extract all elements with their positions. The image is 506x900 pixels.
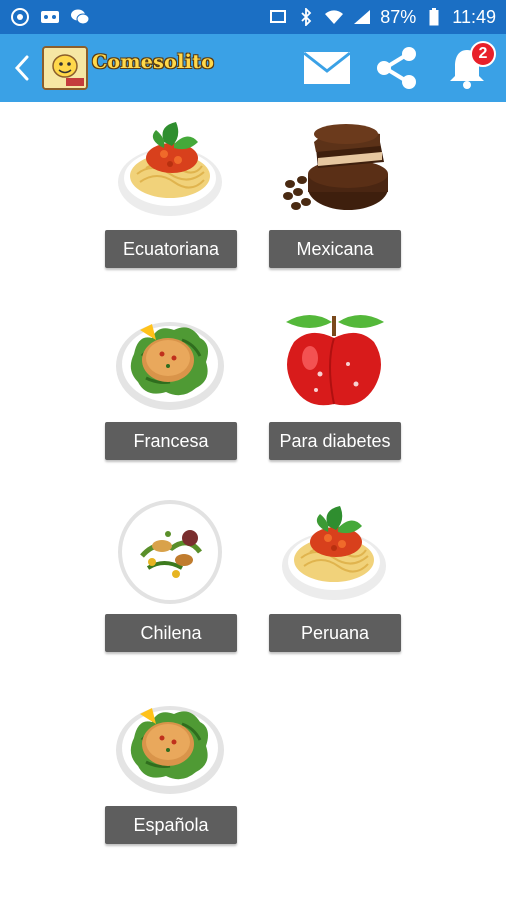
app-bar: Comesolito 2	[0, 34, 506, 102]
category-grid: Ecuatoriana Mexicana Francesa Para diabe…	[105, 112, 405, 844]
mail-icon	[303, 51, 351, 84]
chevron-left-icon	[14, 55, 29, 81]
share-icon	[377, 47, 416, 89]
notification-badge: 2	[470, 41, 496, 67]
category-card-peruana[interactable]: Peruana	[269, 496, 401, 652]
bluetooth-icon	[296, 7, 316, 27]
cast-icon	[268, 7, 288, 27]
back-button[interactable]	[4, 34, 40, 102]
chocolate-cake-image	[276, 112, 394, 222]
plated-dish-image	[112, 496, 230, 606]
wifi-icon	[324, 7, 344, 27]
category-label: Mexicana	[269, 230, 401, 268]
category-card-para-diabetes[interactable]: Para diabetes	[269, 304, 401, 460]
category-label: Ecuatoriana	[105, 230, 237, 268]
battery-percent: 87%	[380, 6, 417, 27]
chicken-salad-image	[112, 304, 230, 414]
category-label: Española	[105, 806, 237, 844]
category-label: Peruana	[269, 614, 401, 652]
share-button[interactable]	[372, 43, 422, 93]
app-title: Comesolito	[92, 51, 215, 73]
red-apple-image	[276, 304, 394, 414]
notifications-button[interactable]: 2	[442, 41, 496, 93]
category-label: Francesa	[105, 422, 237, 460]
wechat-icon	[70, 7, 90, 27]
clock: 11:49	[452, 6, 496, 27]
category-label: Chilena	[105, 614, 237, 652]
logo-image	[42, 46, 88, 90]
category-card-francesa[interactable]: Francesa	[105, 304, 237, 460]
spaghetti-image	[276, 496, 394, 606]
status-bar: 87% 11:49	[0, 0, 506, 34]
signal-icon	[352, 7, 372, 27]
category-card-espanola[interactable]: Española	[105, 688, 237, 844]
category-card-chilena[interactable]: Chilena	[105, 496, 237, 652]
chicken-salad-image	[112, 688, 230, 798]
category-label: Para diabetes	[269, 422, 401, 460]
battery-icon	[424, 7, 444, 27]
aperture-icon	[10, 7, 30, 27]
spaghetti-image	[112, 112, 230, 222]
category-card-mexicana[interactable]: Mexicana	[269, 112, 401, 268]
category-card-ecuatoriana[interactable]: Ecuatoriana	[105, 112, 237, 268]
app-logo: Comesolito	[42, 46, 214, 90]
mail-button[interactable]	[302, 43, 352, 93]
voicemail-icon	[40, 7, 60, 27]
